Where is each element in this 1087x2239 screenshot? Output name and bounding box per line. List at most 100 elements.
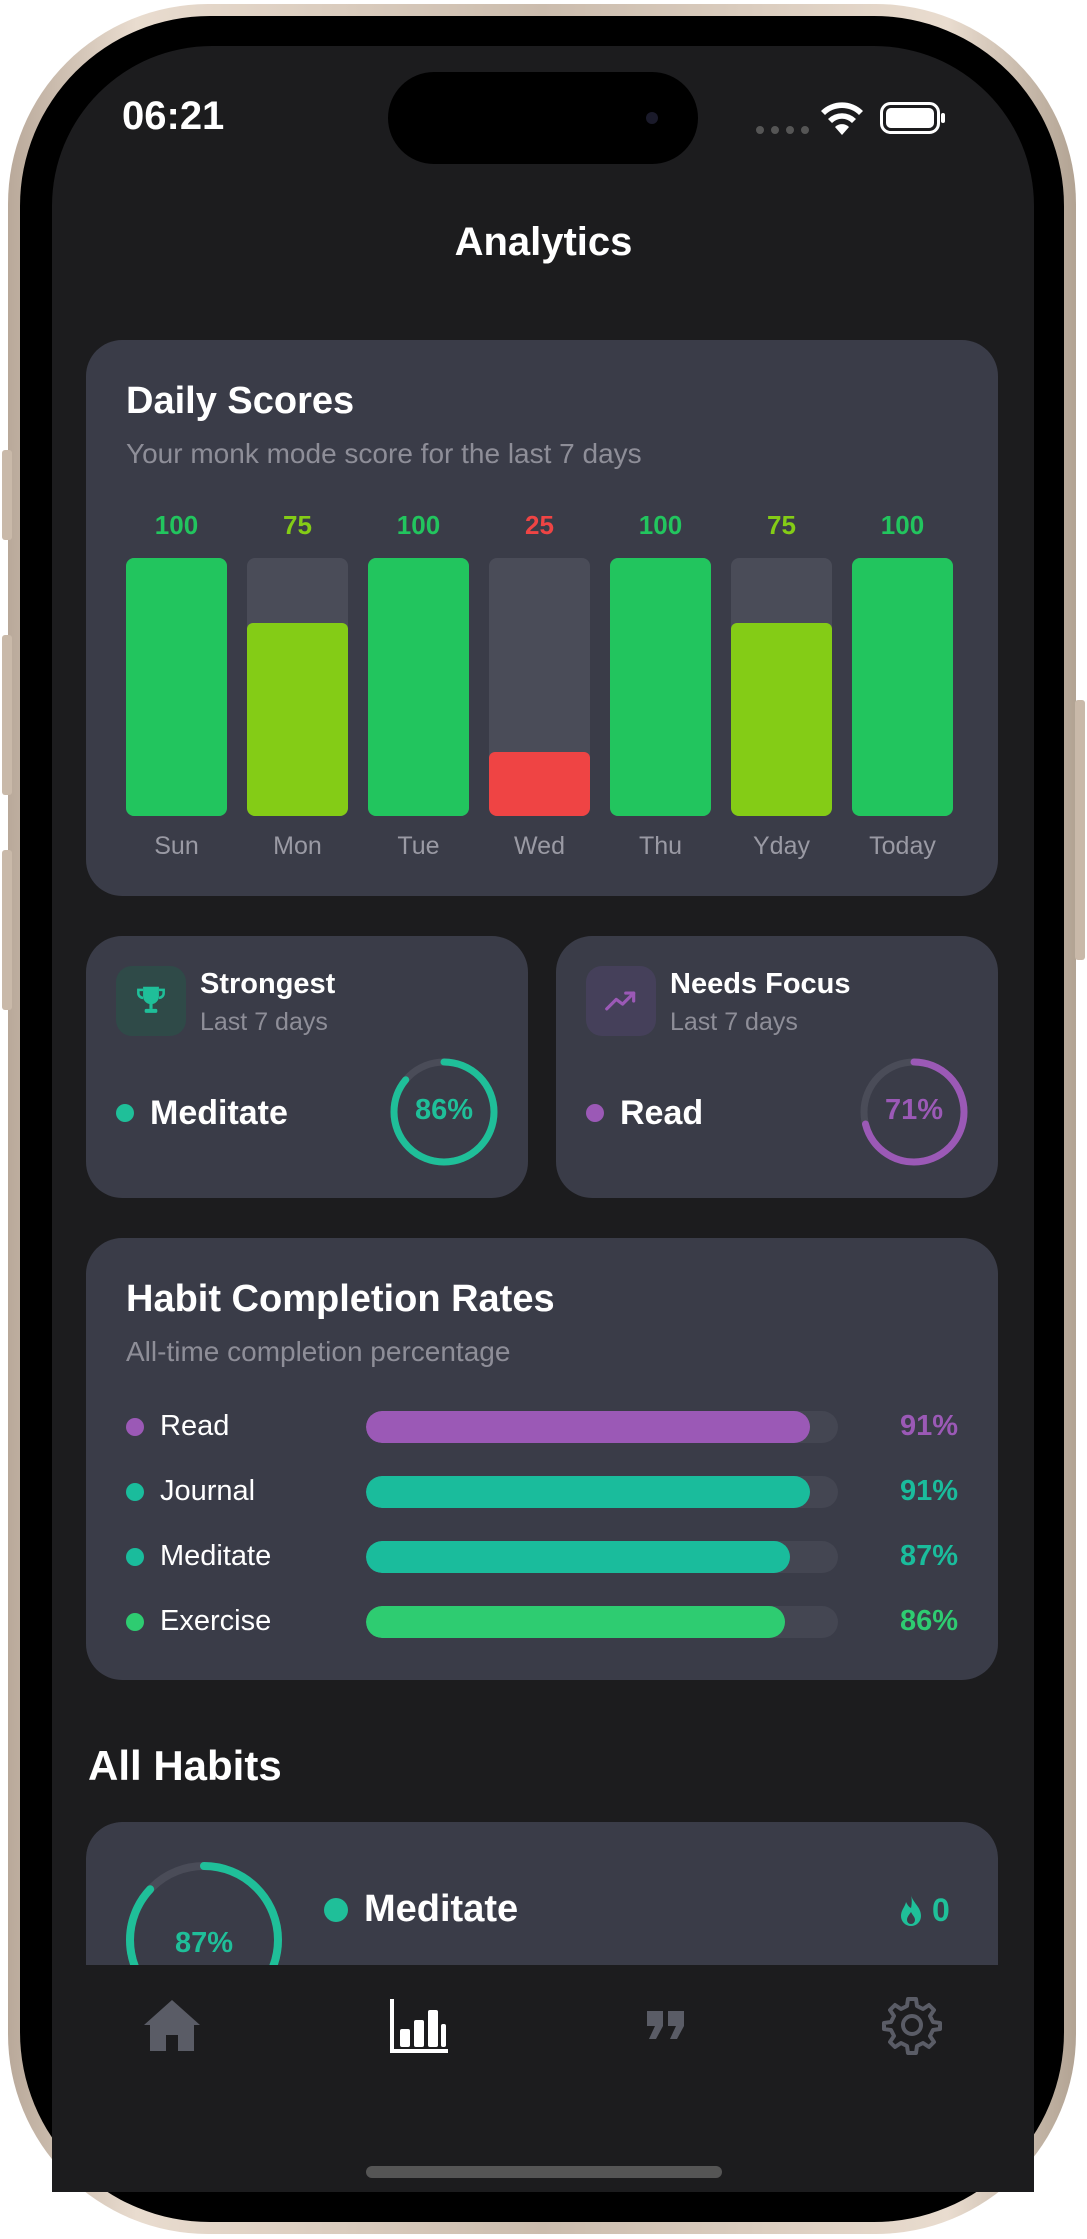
power-button bbox=[1075, 700, 1085, 960]
habit-color-dot bbox=[324, 1898, 348, 1922]
gear-icon bbox=[882, 1997, 942, 2055]
score-bar bbox=[731, 622, 832, 816]
completion-rate-list: Read 91% Journal 91% Meditate 87% Exercise 86% bbox=[86, 1406, 998, 1656]
completion-habit-name: Meditate bbox=[160, 1540, 272, 1572]
tab-settings[interactable] bbox=[862, 1985, 962, 2065]
day-label: Thu bbox=[638, 832, 683, 860]
habit-color-dot bbox=[126, 1483, 144, 1501]
house-icon bbox=[144, 2000, 200, 2051]
day-label: Today bbox=[869, 832, 936, 860]
flame-icon bbox=[901, 1895, 921, 1926]
habit-percent: 87% bbox=[174, 1927, 234, 1959]
score-bar-track bbox=[731, 558, 832, 816]
action-button bbox=[2, 450, 12, 540]
completion-row: Exercise 86% bbox=[86, 1601, 998, 1666]
day-label: Wed bbox=[514, 832, 565, 860]
score-bar-column: 100 Sun bbox=[126, 510, 227, 870]
daily-scores-title: Daily Scores bbox=[126, 380, 355, 422]
completion-bar bbox=[366, 1411, 810, 1443]
strongest-percent: 86% bbox=[414, 1094, 474, 1126]
tab-quotes[interactable] bbox=[616, 1985, 716, 2065]
daily-scores-card: Daily Scores Your monk mode score for th… bbox=[86, 340, 998, 896]
completion-percent: 91% bbox=[899, 1475, 958, 1507]
completion-row: Read 91% bbox=[86, 1406, 998, 1471]
score-bar-track bbox=[247, 558, 348, 816]
score-bar-column: 25 Wed bbox=[489, 510, 590, 870]
completion-subtitle: All-time completion percentage bbox=[126, 1336, 511, 1367]
completion-bar-track bbox=[366, 1411, 838, 1443]
needs-focus-title: Needs Focus bbox=[670, 968, 851, 1000]
habit-name: Meditate bbox=[364, 1888, 519, 1930]
trophy-icon bbox=[116, 966, 186, 1036]
trend-up-icon bbox=[586, 966, 656, 1036]
dynamic-island bbox=[388, 72, 698, 164]
habit-color-dot bbox=[126, 1613, 144, 1631]
score-bar-column: 100 Today bbox=[852, 510, 953, 870]
score-bar-column: 75 Yday bbox=[731, 510, 832, 870]
score-value-label: 25 bbox=[525, 510, 554, 540]
day-label: Tue bbox=[397, 832, 440, 860]
completion-bar bbox=[366, 1606, 786, 1638]
score-bar bbox=[126, 558, 227, 816]
tab-home[interactable] bbox=[122, 1985, 222, 2065]
score-bar bbox=[489, 751, 590, 816]
completion-bar bbox=[366, 1541, 791, 1573]
completion-bar-track bbox=[366, 1476, 838, 1508]
completion-bar bbox=[366, 1476, 810, 1508]
strongest-card[interactable]: Strongest Last 7 days Meditate 86% bbox=[86, 936, 528, 1198]
status-time: 06:21 bbox=[122, 94, 225, 138]
score-bar-chart: 100 Sun 75 Mon 100 Tue 25 Wed 100 Thu 75 Yday 100 Tod… bbox=[126, 510, 958, 870]
score-bar-column: 100 Thu bbox=[610, 510, 711, 870]
completion-row: Journal 91% bbox=[86, 1471, 998, 1536]
completion-bar-track bbox=[366, 1606, 838, 1638]
needs-focus-percent: 71% bbox=[884, 1094, 944, 1126]
completion-row: Meditate 87% bbox=[86, 1536, 998, 1601]
score-bar bbox=[247, 622, 348, 816]
score-bar-track bbox=[610, 558, 711, 816]
habit-color-dot bbox=[116, 1104, 134, 1122]
score-bar bbox=[852, 558, 953, 816]
tab-analytics[interactable] bbox=[370, 1985, 470, 2065]
streak-count: 0 bbox=[932, 1892, 950, 1928]
cellular-signal-icon bbox=[756, 126, 809, 134]
tab-bar bbox=[52, 1965, 1034, 2192]
completion-title: Habit Completion Rates bbox=[126, 1278, 555, 1320]
page-title: Analytics bbox=[454, 220, 633, 264]
score-value-label: 75 bbox=[283, 510, 312, 540]
needs-focus-progress-ring: 71% bbox=[858, 1056, 970, 1168]
score-bar-track bbox=[368, 558, 469, 816]
needs-focus-habit-name: Read bbox=[620, 1094, 704, 1132]
score-bar-track bbox=[126, 558, 227, 816]
score-bar-column: 75 Mon bbox=[247, 510, 348, 870]
habit-color-dot bbox=[586, 1104, 604, 1122]
completion-bar-track bbox=[366, 1541, 838, 1573]
home-indicator[interactable] bbox=[366, 2166, 722, 2178]
completion-percent: 87% bbox=[899, 1540, 958, 1572]
habit-color-dot bbox=[126, 1418, 144, 1436]
score-bar-track bbox=[852, 558, 953, 816]
day-label: Mon bbox=[273, 832, 322, 860]
completion-habit-name: Journal bbox=[160, 1475, 256, 1507]
all-habits-title: All Habits bbox=[88, 1742, 282, 1789]
completion-rates-card: Habit Completion Rates All-time completi… bbox=[86, 1238, 998, 1680]
score-value-label: 100 bbox=[880, 510, 925, 540]
score-bar-column: 100 Tue bbox=[368, 510, 469, 870]
bar-chart-icon bbox=[390, 1999, 448, 2053]
completion-habit-name: Read bbox=[160, 1410, 230, 1442]
quote-icon bbox=[647, 2011, 684, 2039]
strongest-habit-name: Meditate bbox=[150, 1094, 288, 1132]
daily-scores-subtitle: Your monk mode score for the last 7 days bbox=[126, 438, 642, 469]
score-value-label: 75 bbox=[767, 510, 796, 540]
completion-habit-name: Exercise bbox=[160, 1605, 272, 1637]
strongest-progress-ring: 86% bbox=[388, 1056, 500, 1168]
strongest-title: Strongest bbox=[200, 968, 336, 1000]
needs-focus-subtitle: Last 7 days bbox=[670, 1008, 798, 1036]
day-label: Sun bbox=[154, 832, 199, 860]
score-bar bbox=[610, 558, 711, 816]
needs-focus-card[interactable]: Needs Focus Last 7 days Read 71% bbox=[556, 936, 998, 1198]
battery-icon bbox=[880, 102, 945, 134]
wifi-icon bbox=[821, 102, 863, 135]
completion-percent: 86% bbox=[899, 1605, 958, 1637]
score-bar-track bbox=[489, 558, 590, 816]
score-value-label: 100 bbox=[396, 510, 441, 540]
